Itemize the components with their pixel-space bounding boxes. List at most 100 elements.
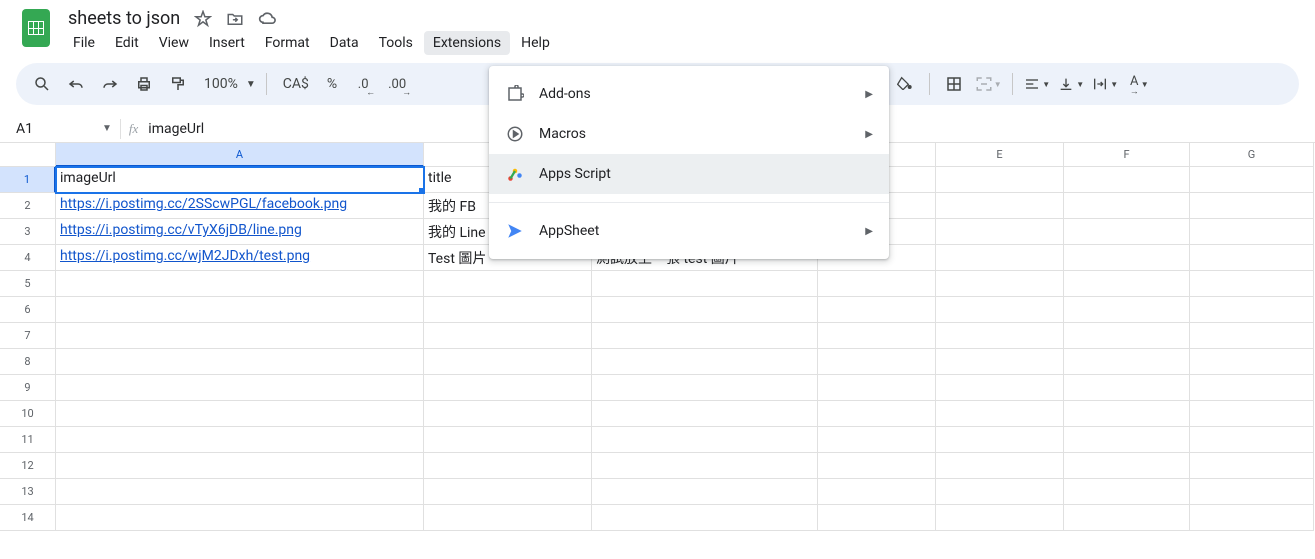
move-folder-icon[interactable] <box>226 10 244 28</box>
menu-format[interactable]: Format <box>256 31 319 55</box>
zoom-select[interactable]: 100% ▼ <box>198 76 256 92</box>
cell-C9[interactable] <box>592 375 818 401</box>
cell-F10[interactable] <box>1064 401 1190 427</box>
extensions-add-ons[interactable]: Add-ons▶ <box>489 74 889 114</box>
cell-E6[interactable] <box>936 297 1064 323</box>
cell-D5[interactable] <box>818 271 936 297</box>
row-header-11[interactable]: 11 <box>0 427 56 453</box>
cell-F12[interactable] <box>1064 453 1190 479</box>
cell-E14[interactable] <box>936 505 1064 531</box>
menu-help[interactable]: Help <box>512 31 559 55</box>
cell-B13[interactable] <box>424 479 592 505</box>
cell-E8[interactable] <box>936 349 1064 375</box>
row-header-9[interactable]: 9 <box>0 375 56 401</box>
increase-decimal-icon[interactable]: .00→ <box>383 70 411 98</box>
row-header-13[interactable]: 13 <box>0 479 56 505</box>
text-wrap-icon[interactable]: ▼ <box>1091 70 1119 98</box>
row-header-10[interactable]: 10 <box>0 401 56 427</box>
cloud-status-icon[interactable] <box>258 9 278 29</box>
cell-D14[interactable] <box>818 505 936 531</box>
cell-A13[interactable] <box>56 479 424 505</box>
cell-E1[interactable] <box>936 167 1064 193</box>
cell-G14[interactable] <box>1190 505 1314 531</box>
extensions-macros[interactable]: Macros▶ <box>489 114 889 154</box>
menu-insert[interactable]: Insert <box>200 31 254 55</box>
cell-A2[interactable]: https://i.postimg.cc/2SScwPGL/facebook.p… <box>56 193 424 219</box>
row-header-1[interactable]: 1 <box>0 167 56 193</box>
text-rotation-icon[interactable]: A→▼ <box>1125 70 1153 98</box>
row-header-2[interactable]: 2 <box>0 193 56 219</box>
cell-A10[interactable] <box>56 401 424 427</box>
cell-D8[interactable] <box>818 349 936 375</box>
merge-cells-icon[interactable]: ▼ <box>974 70 1002 98</box>
cell-F2[interactable] <box>1064 193 1190 219</box>
cell-G12[interactable] <box>1190 453 1314 479</box>
cell-D6[interactable] <box>818 297 936 323</box>
cell-C13[interactable] <box>592 479 818 505</box>
cell-C8[interactable] <box>592 349 818 375</box>
decrease-decimal-icon[interactable]: .0← <box>349 70 377 98</box>
cell-E2[interactable] <box>936 193 1064 219</box>
row-header-4[interactable]: 4 <box>0 245 56 271</box>
cell-C11[interactable] <box>592 427 818 453</box>
document-title[interactable]: sheets to json <box>68 8 180 29</box>
cell-C7[interactable] <box>592 323 818 349</box>
cell-F6[interactable] <box>1064 297 1190 323</box>
horizontal-align-icon[interactable]: ▼ <box>1023 70 1051 98</box>
print-icon[interactable] <box>130 70 158 98</box>
borders-icon[interactable] <box>940 70 968 98</box>
cell-D10[interactable] <box>818 401 936 427</box>
star-icon[interactable] <box>194 10 212 28</box>
select-all-corner[interactable] <box>0 143 56 167</box>
cell-B14[interactable] <box>424 505 592 531</box>
column-header-G[interactable]: G <box>1190 143 1314 167</box>
cell-B7[interactable] <box>424 323 592 349</box>
menu-edit[interactable]: Edit <box>106 31 148 55</box>
column-header-F[interactable]: F <box>1064 143 1190 167</box>
cell-G8[interactable] <box>1190 349 1314 375</box>
cell-E3[interactable] <box>936 219 1064 245</box>
cell-B10[interactable] <box>424 401 592 427</box>
percent-format-button[interactable]: % <box>321 76 343 92</box>
cell-D9[interactable] <box>818 375 936 401</box>
cell-G1[interactable] <box>1190 167 1314 193</box>
column-header-A[interactable]: A <box>56 143 424 167</box>
cell-D11[interactable] <box>818 427 936 453</box>
cell-G2[interactable] <box>1190 193 1314 219</box>
cell-E11[interactable] <box>936 427 1064 453</box>
cell-C12[interactable] <box>592 453 818 479</box>
cell-D12[interactable] <box>818 453 936 479</box>
cell-F8[interactable] <box>1064 349 1190 375</box>
cell-A6[interactable] <box>56 297 424 323</box>
cell-E7[interactable] <box>936 323 1064 349</box>
menu-data[interactable]: Data <box>321 31 368 55</box>
cell-C5[interactable] <box>592 271 818 297</box>
cell-G7[interactable] <box>1190 323 1314 349</box>
cell-D7[interactable] <box>818 323 936 349</box>
cell-E12[interactable] <box>936 453 1064 479</box>
cell-A14[interactable] <box>56 505 424 531</box>
cell-C6[interactable] <box>592 297 818 323</box>
cell-B5[interactable] <box>424 271 592 297</box>
cell-G6[interactable] <box>1190 297 1314 323</box>
cell-G10[interactable] <box>1190 401 1314 427</box>
cell-B9[interactable] <box>424 375 592 401</box>
cell-E13[interactable] <box>936 479 1064 505</box>
sheets-logo[interactable] <box>16 8 56 48</box>
formula-bar[interactable]: imageUrl <box>148 121 204 137</box>
cell-G3[interactable] <box>1190 219 1314 245</box>
fill-color-icon[interactable] <box>891 70 919 98</box>
cell-F11[interactable] <box>1064 427 1190 453</box>
cell-C10[interactable] <box>592 401 818 427</box>
cell-G11[interactable] <box>1190 427 1314 453</box>
cell-F5[interactable] <box>1064 271 1190 297</box>
row-header-6[interactable]: 6 <box>0 297 56 323</box>
cell-E5[interactable] <box>936 271 1064 297</box>
redo-icon[interactable] <box>96 70 124 98</box>
cell-F3[interactable] <box>1064 219 1190 245</box>
cell-G13[interactable] <box>1190 479 1314 505</box>
currency-format-button[interactable]: CA$ <box>277 76 315 92</box>
cell-E10[interactable] <box>936 401 1064 427</box>
row-header-8[interactable]: 8 <box>0 349 56 375</box>
vertical-align-icon[interactable]: ▼ <box>1057 70 1085 98</box>
